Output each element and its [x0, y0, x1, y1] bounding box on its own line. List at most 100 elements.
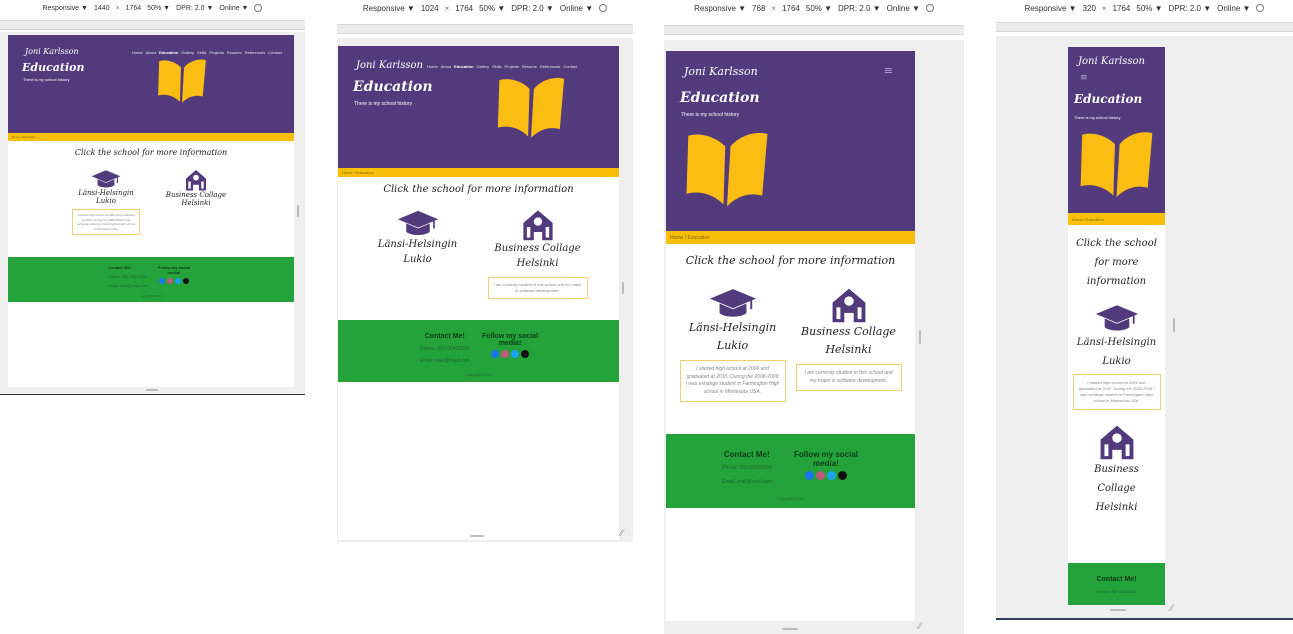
- height-value[interactable]: 1764: [455, 4, 473, 13]
- resize-corner-icon[interactable]: ⁄⁄: [1170, 604, 1173, 614]
- width-value[interactable]: 1024: [421, 4, 439, 13]
- school-card-1[interactable]: Länsi-Helsingin Lukio I started high-sch…: [71, 169, 141, 235]
- network-select[interactable]: Online ▼: [560, 4, 593, 13]
- nav-contact[interactable]: Contact: [563, 64, 577, 69]
- nav-home[interactable]: Home: [132, 50, 143, 55]
- rotate-icon[interactable]: [1256, 4, 1265, 12]
- device-select[interactable]: Responsive ▼: [694, 4, 746, 13]
- nav-about[interactable]: About: [441, 64, 451, 69]
- width-value[interactable]: 1440: [94, 5, 110, 12]
- phone[interactable]: Phone: 050 00000000: [722, 465, 772, 471]
- resize-corner-icon[interactable]: ⁄⁄: [620, 529, 623, 539]
- facebook-icon[interactable]: [159, 278, 165, 284]
- email[interactable]: Email: mail@mail.com: [722, 479, 772, 485]
- rotate-icon[interactable]: [925, 4, 934, 12]
- school-name-line-1: Länsi-Helsingin: [377, 239, 458, 250]
- zoom-select[interactable]: 50% ▼: [806, 4, 832, 13]
- instagram-icon[interactable]: [167, 278, 173, 284]
- network-select[interactable]: Online ▼: [1217, 4, 1250, 13]
- network-select[interactable]: Online ▼: [219, 5, 248, 12]
- twitter-icon[interactable]: [827, 471, 836, 480]
- phone[interactable]: Phone: 050 00000000: [108, 274, 148, 279]
- resize-handle-bottom[interactable]: [146, 389, 158, 391]
- network-select[interactable]: Online ▼: [887, 4, 920, 13]
- email[interactable]: Email: mail@mail.com: [108, 283, 148, 288]
- width-value[interactable]: 768: [752, 4, 765, 13]
- resize-handle-right[interactable]: [1173, 318, 1175, 332]
- dpr-select[interactable]: DPR: 2.0 ▼: [1169, 4, 1212, 13]
- school-card-2[interactable]: Business Collage Helsinki I am currently…: [486, 209, 590, 299]
- resize-handle-bottom[interactable]: [1110, 609, 1126, 611]
- phone[interactable]: Phone: 050 00000000: [420, 346, 470, 352]
- nav-references[interactable]: References: [540, 64, 560, 69]
- nav-home[interactable]: Home: [427, 64, 438, 69]
- nav-projects[interactable]: Projects: [209, 50, 223, 55]
- times-sign: ×: [115, 4, 120, 12]
- facebook-icon[interactable]: [805, 471, 814, 480]
- school-card-1[interactable]: Länsi-Helsingin Lukio: [368, 209, 468, 299]
- nav-references[interactable]: References: [245, 50, 265, 55]
- zoom-select[interactable]: 50% ▼: [1136, 4, 1162, 13]
- school-card-2[interactable]: Business Collage Helsinki: [161, 169, 231, 235]
- brand[interactable]: Joni Karlsson: [25, 47, 79, 56]
- height-value[interactable]: 1764: [782, 4, 800, 13]
- instagram-icon[interactable]: [501, 350, 509, 358]
- device-toolbar: Responsive ▼ 768 × 1764 50% ▼ DPR: 2.0 ▼…: [664, 0, 964, 16]
- nav-skills[interactable]: Skills: [492, 64, 501, 69]
- resize-handle-right[interactable]: [297, 205, 299, 217]
- brand[interactable]: Joni Karlsson: [684, 65, 758, 78]
- resize-handle-bottom[interactable]: [470, 535, 484, 537]
- school-card-2[interactable]: Business Collage Helsinki: [1068, 424, 1165, 517]
- brand[interactable]: Joni Karlsson: [1078, 56, 1145, 67]
- width-value[interactable]: 320: [1083, 4, 1096, 13]
- nav-resume[interactable]: Resume: [522, 64, 537, 69]
- school-card-2[interactable]: Business Collage Helsinki I am currently…: [795, 287, 902, 402]
- school-list: Länsi-Helsingin Lukio I started high-sch…: [666, 287, 915, 403]
- school-card-1[interactable]: Länsi-Helsingin Lukio I started high-sch…: [679, 287, 786, 403]
- device-toolbar: Responsive ▼ 1024 × 1764 50% ▼ DPR: 2.0 …: [337, 0, 633, 16]
- dpr-select[interactable]: DPR: 2.0 ▼: [838, 4, 881, 13]
- social-heading-1: Follow my social: [794, 450, 859, 459]
- github-icon[interactable]: [183, 278, 189, 284]
- github-icon[interactable]: [521, 350, 529, 358]
- nav-gallery[interactable]: Gallery: [476, 64, 489, 69]
- height-value[interactable]: 1764: [126, 5, 142, 12]
- dpr-select[interactable]: DPR: 2.0 ▼: [176, 5, 213, 12]
- instagram-icon[interactable]: [816, 471, 825, 480]
- device-select[interactable]: Responsive ▼: [43, 5, 88, 12]
- media-query-ruler[interactable]: [0, 20, 305, 30]
- device-select[interactable]: Responsive ▼: [1025, 4, 1077, 13]
- device-select[interactable]: Responsive ▼: [363, 4, 415, 13]
- rotate-icon[interactable]: [254, 4, 263, 12]
- zoom-select[interactable]: 50% ▼: [147, 5, 170, 12]
- rotate-icon[interactable]: [599, 4, 608, 12]
- twitter-icon[interactable]: [175, 278, 181, 284]
- height-value[interactable]: 1764: [1113, 4, 1131, 13]
- resize-corner-icon[interactable]: ⁄⁄: [918, 622, 921, 632]
- resize-handle-right[interactable]: [919, 330, 921, 344]
- brand[interactable]: Joni Karlsson: [356, 60, 423, 71]
- resize-handle-bottom[interactable]: [782, 628, 798, 630]
- dpr-select[interactable]: DPR: 2.0 ▼: [511, 4, 554, 13]
- zoom-select[interactable]: 50% ▼: [479, 4, 505, 13]
- nav-projects[interactable]: Projects: [504, 64, 518, 69]
- media-query-ruler[interactable]: [664, 25, 964, 35]
- resize-handle-right[interactable]: [622, 282, 624, 294]
- page-subtitle: There is my school history: [23, 77, 70, 82]
- nav-education[interactable]: Education: [454, 64, 473, 69]
- hamburger-menu-icon[interactable]: ≡: [884, 64, 893, 77]
- phone[interactable]: Phone: 050 00000000: [1068, 589, 1165, 594]
- nav-contact[interactable]: Contact: [268, 50, 282, 55]
- facebook-icon[interactable]: [491, 350, 499, 358]
- media-query-ruler[interactable]: [996, 22, 1293, 32]
- email[interactable]: Email: mail@mail.com: [420, 358, 470, 364]
- social-heading-1: Follow my social: [482, 333, 539, 340]
- github-icon[interactable]: [838, 471, 847, 480]
- nav-resume[interactable]: Resume: [227, 50, 242, 55]
- hamburger-menu-icon[interactable]: ≡: [1080, 73, 1088, 83]
- nav-about[interactable]: About: [146, 50, 156, 55]
- twitter-icon[interactable]: [511, 350, 519, 358]
- main-content: Click the school for more information Lä…: [338, 184, 619, 299]
- school-card-1[interactable]: Länsi-Helsingin Lukio I started high-sch…: [1068, 303, 1165, 410]
- media-query-ruler[interactable]: [337, 24, 633, 34]
